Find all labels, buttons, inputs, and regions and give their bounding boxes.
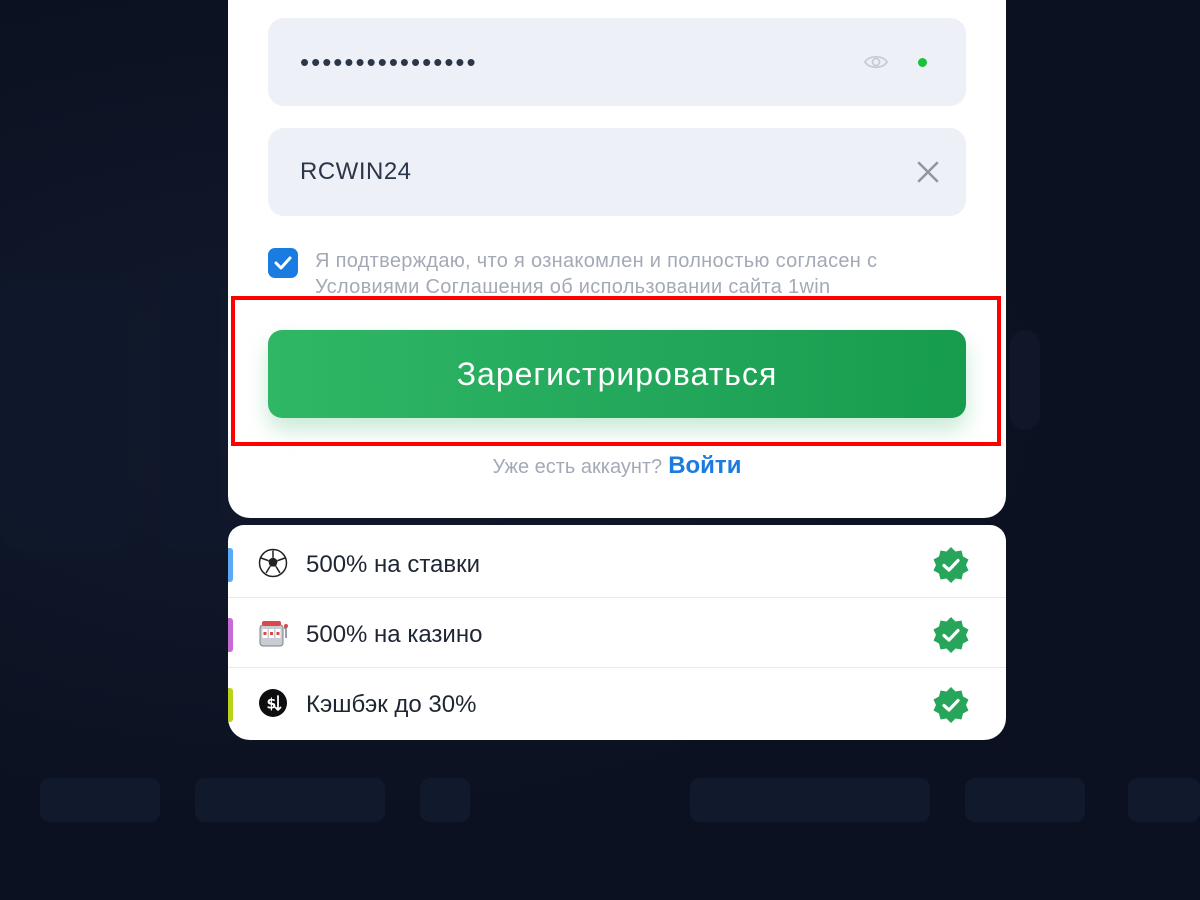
bonus-accent-bar	[228, 618, 233, 652]
bonus-list: 500% на ставки 500% на казино $ Кэшбэк д…	[228, 525, 1006, 740]
login-prompt: Уже есть аккаунт? Войти	[268, 452, 966, 480]
bonus-item: $ Кэшбэк до 30%	[228, 668, 1006, 738]
bonus-label: 500% на казино	[306, 621, 483, 648]
cashback-icon: $	[258, 688, 288, 718]
background-nav-item	[690, 778, 930, 822]
has-account-text: Уже есть аккаунт?	[492, 456, 663, 478]
terms-text: Я подтверждаю, что я ознакомлен и полнос…	[315, 250, 878, 298]
eye-icon[interactable]	[863, 51, 889, 73]
register-button[interactable]: Зарегистрироваться	[268, 330, 966, 418]
password-field[interactable]: ••••••••••••••••	[268, 18, 966, 106]
promo-code-value: RCWIN24	[300, 158, 412, 185]
svg-text:$: $	[267, 697, 277, 713]
bonus-item: 500% на ставки	[228, 528, 1006, 598]
background-nav-item	[40, 778, 160, 822]
background-decoration	[1010, 330, 1040, 430]
bonus-accent-bar	[228, 548, 233, 582]
checkmark-icon	[274, 256, 292, 270]
login-link[interactable]: Войти	[668, 452, 741, 479]
soccer-ball-icon	[258, 548, 288, 578]
valid-status-dot	[918, 58, 927, 67]
slot-machine-icon	[258, 618, 288, 648]
background-nav-item	[1128, 778, 1200, 822]
verified-badge-icon	[932, 546, 970, 584]
bonus-label: Кэшбэк до 30%	[306, 691, 477, 718]
bonus-accent-bar	[228, 688, 233, 722]
bonus-item: 500% на казино	[228, 598, 1006, 668]
verified-badge-icon	[932, 686, 970, 724]
background-nav-item	[420, 778, 470, 822]
promo-code-field[interactable]: RCWIN24	[268, 128, 966, 216]
background-decoration	[0, 280, 130, 550]
password-value: ••••••••••••••••	[300, 47, 478, 77]
background-nav-item	[195, 778, 385, 822]
background-nav-item	[965, 778, 1085, 822]
bonus-label: 500% на ставки	[306, 551, 481, 578]
verified-badge-icon	[932, 616, 970, 654]
close-icon[interactable]	[914, 158, 942, 186]
background-decoration	[160, 280, 220, 550]
terms-checkbox[interactable]	[268, 248, 298, 278]
